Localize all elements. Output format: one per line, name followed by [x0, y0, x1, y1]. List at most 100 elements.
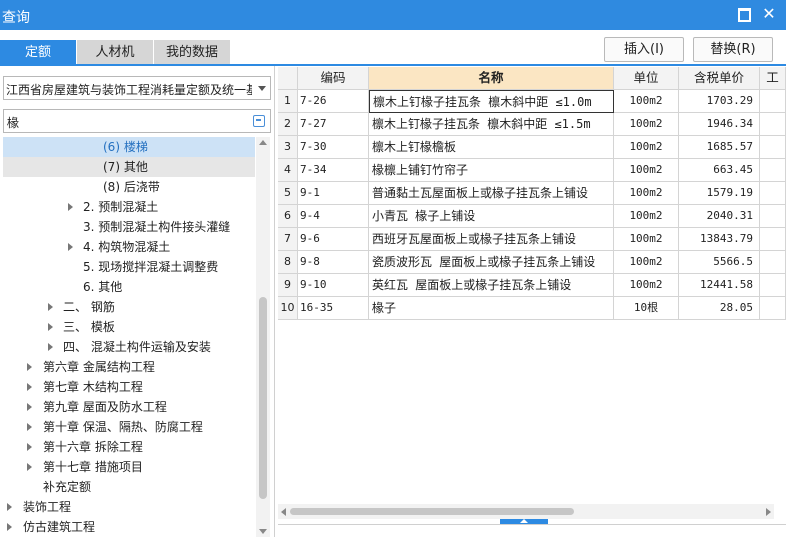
cell-price[interactable]: 1685.57: [679, 136, 760, 159]
cell-price[interactable]: 1579.19: [679, 182, 760, 205]
cell-unit[interactable]: 100m2: [614, 136, 679, 159]
cell-labor[interactable]: [760, 251, 786, 274]
replace-button[interactable]: 替换(R): [693, 37, 773, 62]
row-number[interactable]: 1: [278, 90, 298, 113]
table-row[interactable]: 10 16-35 椽子 10根 28.05: [278, 297, 786, 320]
cell-name[interactable]: 小青瓦 椽子上铺设: [369, 205, 614, 228]
row-number[interactable]: 7: [278, 228, 298, 251]
table-row[interactable]: 6 9-4 小青瓦 椽子上铺设 100m2 2040.31: [278, 205, 786, 228]
cell-code[interactable]: 9-10: [298, 274, 369, 297]
library-select[interactable]: 江西省房屋建筑与装饰工程消耗量定额及统一基: [3, 76, 271, 100]
table-row[interactable]: 4 7-34 椽檩上铺钉竹帘子 100m2 663.45: [278, 159, 786, 182]
horizontal-scrollbar[interactable]: [278, 504, 774, 519]
cell-price[interactable]: 1946.34: [679, 113, 760, 136]
table-row[interactable]: 3 7-30 檩木上钉椽檐板 100m2 1685.57: [278, 136, 786, 159]
tree-node[interactable]: 第十章 保温、隔热、防腐工程: [3, 417, 255, 437]
expand-arrow-icon[interactable]: [7, 523, 12, 531]
expand-arrow-icon[interactable]: [27, 383, 32, 391]
tab-materials[interactable]: 人材机: [77, 40, 153, 65]
cell-unit[interactable]: 100m2: [614, 228, 679, 251]
cell-labor[interactable]: [760, 136, 786, 159]
chevron-down-icon[interactable]: [258, 86, 266, 91]
table-row[interactable]: 1 7-26 檩木上钉椽子挂瓦条 檩木斜中距 ≤1.0m 100m2 1703.29: [278, 90, 786, 113]
column-header-code[interactable]: 编码: [298, 67, 369, 90]
tree-scrollbar[interactable]: [256, 137, 270, 537]
scroll-up-icon[interactable]: [259, 140, 267, 145]
expand-arrow-icon[interactable]: [48, 303, 53, 311]
cell-price[interactable]: 28.05: [679, 297, 760, 320]
tree-node[interactable]: 第六章 金属结构工程: [3, 357, 255, 377]
cell-labor[interactable]: [760, 297, 786, 320]
cell-code[interactable]: 7-30: [298, 136, 369, 159]
cell-unit[interactable]: 100m2: [614, 274, 679, 297]
cell-unit[interactable]: 100m2: [614, 182, 679, 205]
tree-node[interactable]: 第九章 屋面及防水工程: [3, 397, 255, 417]
tree-node[interactable]: 第十六章 拆除工程: [3, 437, 255, 457]
tab-quota[interactable]: 定额: [0, 40, 76, 65]
cell-name[interactable]: 檩木上钉椽檐板: [369, 136, 614, 159]
tab-my-data[interactable]: 我的数据: [154, 40, 230, 65]
expand-arrow-icon[interactable]: [27, 463, 32, 471]
tree-node[interactable]: 6. 其他: [3, 277, 255, 297]
table-row[interactable]: 7 9-6 西班牙瓦屋面板上或椽子挂瓦条上铺设 100m2 13843.79: [278, 228, 786, 251]
expand-arrow-icon[interactable]: [27, 363, 32, 371]
table-row[interactable]: 5 9-1 普通黏土瓦屋面板上或椽子挂瓦条上铺设 100m2 1579.19: [278, 182, 786, 205]
row-number[interactable]: 5: [278, 182, 298, 205]
scroll-right-icon[interactable]: [766, 508, 771, 516]
cell-labor[interactable]: [760, 274, 786, 297]
cell-name[interactable]: 普通黏土瓦屋面板上或椽子挂瓦条上铺设: [369, 182, 614, 205]
table-row[interactable]: 2 7-27 檩木上钉椽子挂瓦条 檩木斜中距 ≤1.5m 100m2 1946.34: [278, 113, 786, 136]
tree-node[interactable]: (8) 后浇带: [3, 177, 255, 197]
tree-node[interactable]: 四、 混凝土构件运输及安装: [3, 337, 255, 357]
tree-node[interactable]: 3. 预制混凝土构件接头灌缝: [3, 217, 255, 237]
scrollbar-thumb[interactable]: [259, 297, 267, 499]
row-number[interactable]: 6: [278, 205, 298, 228]
cell-unit[interactable]: 100m2: [614, 159, 679, 182]
row-number[interactable]: 4: [278, 159, 298, 182]
table-row[interactable]: 9 9-10 英红瓦 屋面板上或椽子挂瓦条上铺设 100m2 12441.58: [278, 274, 786, 297]
tree-node[interactable]: 补充定额: [3, 477, 255, 497]
cell-code[interactable]: 16-35: [298, 297, 369, 320]
expand-arrow-icon[interactable]: [68, 203, 73, 211]
column-header-price[interactable]: 含税单价: [679, 67, 760, 90]
cell-price[interactable]: 2040.31: [679, 205, 760, 228]
cell-unit[interactable]: 100m2: [614, 251, 679, 274]
tree-node[interactable]: 第十七章 措施项目: [3, 457, 255, 477]
row-number[interactable]: 9: [278, 274, 298, 297]
cell-name[interactable]: 檩木上钉椽子挂瓦条 檩木斜中距 ≤1.0m: [369, 90, 614, 113]
expand-arrow-icon[interactable]: [27, 423, 32, 431]
expand-arrow-icon[interactable]: [48, 343, 53, 351]
scroll-down-icon[interactable]: [259, 529, 267, 534]
tree-node[interactable]: 4. 构筑物混凝土: [3, 237, 255, 257]
expand-arrow-icon[interactable]: [27, 403, 32, 411]
scroll-left-icon[interactable]: [281, 508, 286, 516]
row-number[interactable]: 2: [278, 113, 298, 136]
cell-name[interactable]: 西班牙瓦屋面板上或椽子挂瓦条上铺设: [369, 228, 614, 251]
cell-price[interactable]: 12441.58: [679, 274, 760, 297]
tree-node[interactable]: 二、 钢筋: [3, 297, 255, 317]
cell-unit[interactable]: 100m2: [614, 113, 679, 136]
tree-node[interactable]: (6) 楼梯: [3, 137, 255, 157]
row-number[interactable]: 10: [278, 297, 298, 320]
cell-name[interactable]: 檩木上钉椽子挂瓦条 檩木斜中距 ≤1.5m: [369, 113, 614, 136]
cell-code[interactable]: 9-1: [298, 182, 369, 205]
cell-name[interactable]: 英红瓦 屋面板上或椽子挂瓦条上铺设: [369, 274, 614, 297]
cell-code[interactable]: 9-4: [298, 205, 369, 228]
cell-name[interactable]: 椽子: [369, 297, 614, 320]
tree-node[interactable]: 2. 预制混凝土: [3, 197, 255, 217]
column-header-unit[interactable]: 单位: [614, 67, 679, 90]
cell-price[interactable]: 13843.79: [679, 228, 760, 251]
expand-arrow-icon[interactable]: [68, 243, 73, 251]
cell-code[interactable]: 7-27: [298, 113, 369, 136]
table-row[interactable]: 8 9-8 瓷质波形瓦 屋面板上或椽子挂瓦条上铺设 100m2 5566.5: [278, 251, 786, 274]
row-number[interactable]: 8: [278, 251, 298, 274]
filter-icon[interactable]: [253, 115, 265, 127]
expand-arrow-icon[interactable]: [27, 443, 32, 451]
horizontal-scrollbar-thumb[interactable]: [290, 508, 574, 515]
cell-price[interactable]: 663.45: [679, 159, 760, 182]
tree-node[interactable]: (7) 其他: [3, 157, 255, 177]
maximize-icon[interactable]: [736, 6, 752, 22]
cell-price[interactable]: 5566.5: [679, 251, 760, 274]
cell-labor[interactable]: [760, 90, 786, 113]
column-header-labor[interactable]: 工: [760, 67, 786, 90]
